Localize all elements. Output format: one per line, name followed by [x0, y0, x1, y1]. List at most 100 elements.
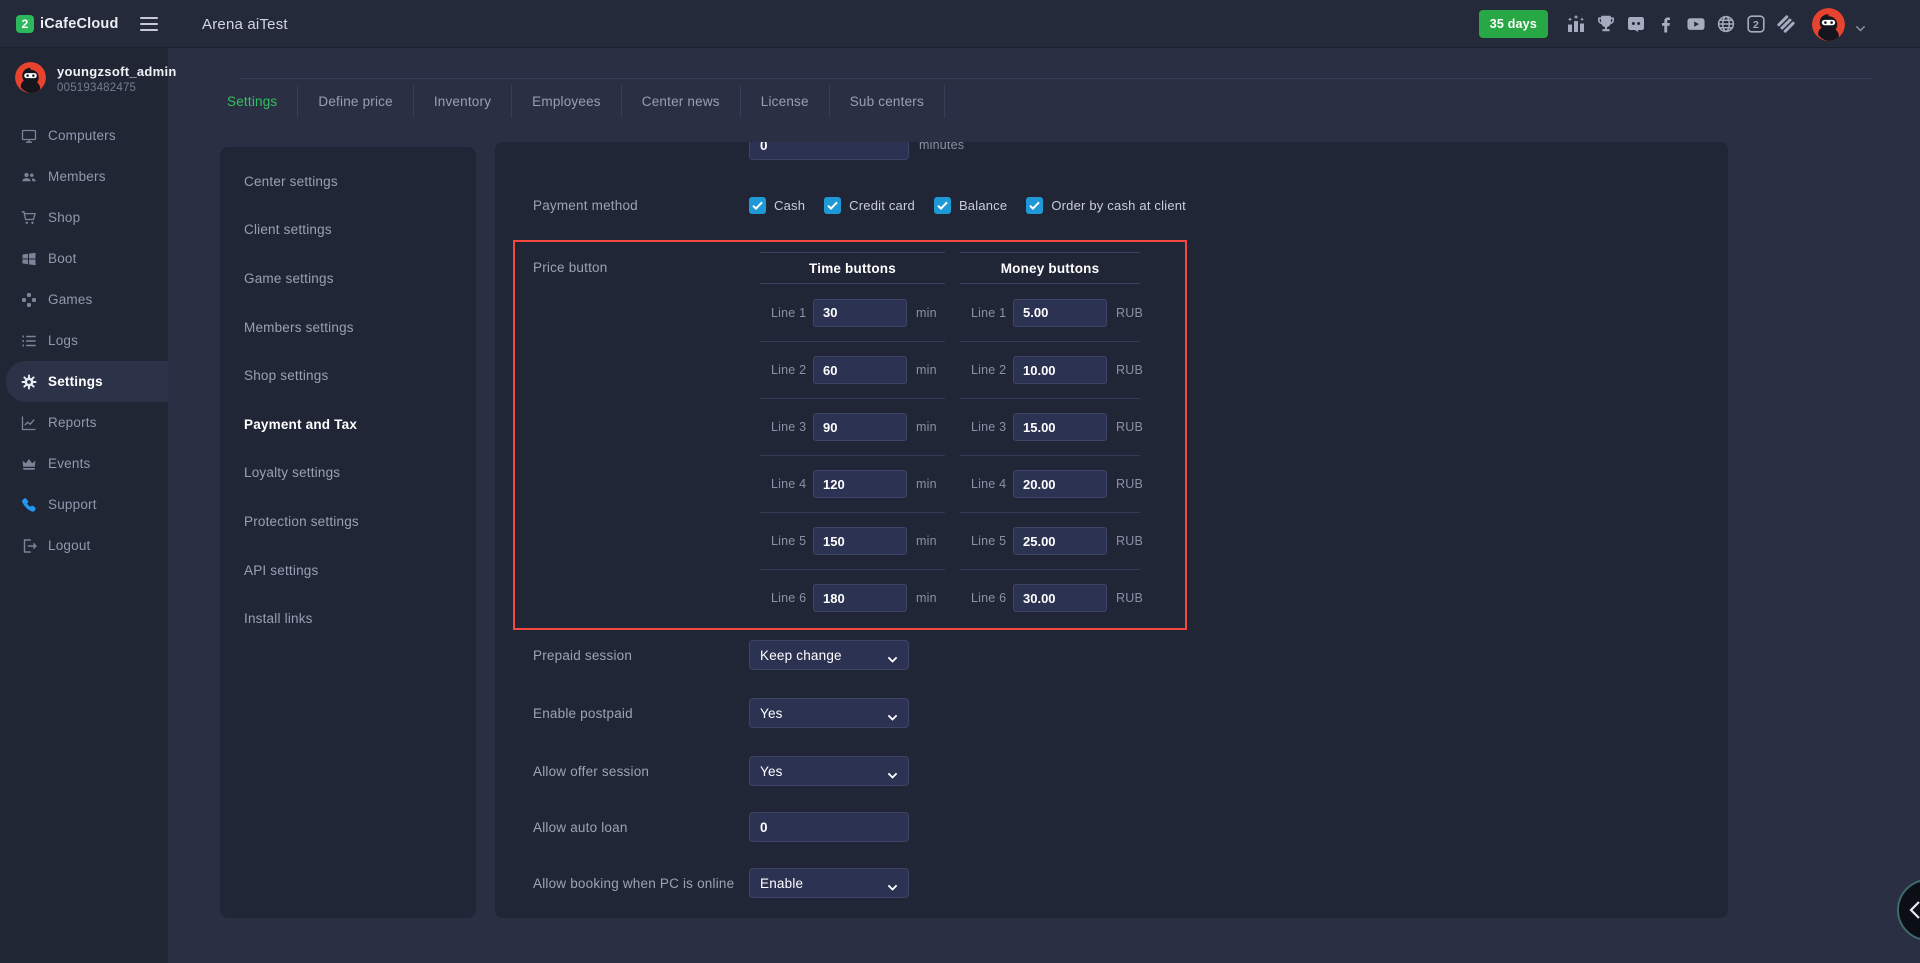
enable-postpaid-select[interactable]: Yes	[749, 698, 909, 728]
sidebar-item-logout[interactable]: Logout	[0, 525, 168, 566]
money-input-6[interactable]	[1013, 584, 1107, 612]
line-label: Line 3	[771, 420, 813, 434]
sidebar-item-games[interactable]: Games	[0, 279, 168, 320]
time-input-1[interactable]	[813, 299, 907, 327]
tab-employees[interactable]: Employees	[512, 85, 621, 118]
allow-auto-loan-input[interactable]	[749, 812, 909, 842]
topbar: 2 iCafeCloud Arena aiTest 35 days 2	[0, 0, 1920, 48]
sidebar-item-shop[interactable]: Shop	[0, 197, 168, 238]
checkbox-label: Cash	[774, 198, 805, 213]
layers-icon[interactable]	[1776, 14, 1796, 34]
checkbox-label: Balance	[959, 198, 1007, 213]
chevron-down-icon	[887, 768, 898, 775]
trophy-icon[interactable]	[1596, 14, 1616, 34]
select-value: Yes	[760, 764, 783, 779]
sidebar-item-settings[interactable]: Settings	[6, 361, 168, 402]
line-label: Line 4	[771, 477, 813, 491]
sidebar-item-members[interactable]: Members	[0, 156, 168, 197]
user-block[interactable]: youngzsoft_admin 005193482475	[15, 62, 177, 94]
sidebar-item-events[interactable]: Events	[0, 443, 168, 484]
min-unit-label: min	[916, 363, 937, 377]
submenu-payment-and-tax[interactable]: Payment and Tax	[220, 400, 476, 449]
tab-license[interactable]: License	[741, 85, 829, 118]
time-input-6[interactable]	[813, 584, 907, 612]
time-input-3[interactable]	[813, 413, 907, 441]
youtube-icon[interactable]	[1686, 14, 1706, 34]
submenu-members-settings[interactable]: Members settings	[220, 303, 476, 352]
icafecloud-app-icon[interactable]: 2	[1746, 14, 1766, 34]
time-input-2[interactable]	[813, 356, 907, 384]
user-avatar	[15, 62, 46, 93]
time-input-5[interactable]	[813, 527, 907, 555]
globe-icon[interactable]	[1716, 14, 1736, 34]
money-row-1: Line 1 RUB	[960, 284, 1140, 341]
time-row-4: Line 4 min	[760, 455, 945, 512]
discord-icon[interactable]	[1626, 14, 1646, 34]
money-input-2[interactable]	[1013, 356, 1107, 384]
sidebar-item-support[interactable]: Support	[0, 484, 168, 525]
allow-booking-select[interactable]: Enable	[749, 868, 909, 898]
logout-icon	[21, 538, 37, 554]
money-input-4[interactable]	[1013, 470, 1107, 498]
submenu-client-settings[interactable]: Client settings	[220, 206, 476, 255]
submenu-api-settings[interactable]: API settings	[220, 546, 476, 595]
rub-unit-label: RUB	[1116, 420, 1143, 434]
brand-logo[interactable]: 2 iCafeCloud	[16, 0, 119, 48]
checkbox-checked-icon	[749, 197, 766, 214]
money-row-3: Line 3 RUB	[960, 398, 1140, 455]
svg-text:2: 2	[1753, 19, 1759, 31]
brand-glyph: 2	[22, 17, 29, 31]
line-label: Line 1	[771, 306, 813, 320]
submenu-center-settings[interactable]: Center settings	[220, 157, 476, 206]
checkbox-balance[interactable]: Balance	[934, 197, 1007, 214]
license-days-badge[interactable]: 35 days	[1479, 10, 1548, 38]
settings-submenu: Center settings Client settings Game set…	[220, 147, 476, 918]
min-unit-label: min	[916, 591, 937, 605]
avatar[interactable]	[1812, 8, 1845, 41]
time-input-4[interactable]	[813, 470, 907, 498]
tab-center-news[interactable]: Center news	[622, 85, 740, 118]
submenu-install-links[interactable]: Install links	[220, 594, 476, 643]
money-input-3[interactable]	[1013, 413, 1107, 441]
enable-postpaid-row: Enable postpaid Yes	[533, 698, 909, 728]
tab-inventory[interactable]: Inventory	[414, 85, 511, 118]
sidebar-item-reports[interactable]: Reports	[0, 402, 168, 443]
allow-auto-loan-row: Allow auto loan	[533, 812, 909, 842]
allow-offer-session-select[interactable]: Yes	[749, 756, 909, 786]
chevron-down-icon	[887, 652, 898, 659]
money-row-2: Line 2 RUB	[960, 341, 1140, 398]
hamburger-menu-icon[interactable]	[140, 17, 158, 31]
line-label: Line 4	[971, 477, 1013, 491]
checkbox-order-by-cash[interactable]: Order by cash at client	[1026, 197, 1186, 214]
panel-collapse-toggle[interactable]	[1897, 879, 1920, 941]
avatar-dropdown-chevron-icon[interactable]	[1855, 20, 1866, 28]
submenu-game-settings[interactable]: Game settings	[220, 254, 476, 303]
submenu-shop-settings[interactable]: Shop settings	[220, 351, 476, 400]
checkbox-cash[interactable]: Cash	[749, 197, 805, 214]
sidebar-item-computers[interactable]: Computers	[0, 115, 168, 156]
tab-define-price[interactable]: Define price	[298, 85, 412, 118]
sidebar-item-boot[interactable]: Boot	[0, 238, 168, 279]
select-value: Enable	[760, 876, 803, 891]
prepaid-session-select[interactable]: Keep change	[749, 640, 909, 670]
submenu-loyalty-settings[interactable]: Loyalty settings	[220, 449, 476, 498]
tab-sub-centers[interactable]: Sub centers	[830, 85, 944, 118]
tab-separator	[944, 85, 945, 118]
line-label: Line 2	[771, 363, 813, 377]
min-unit-label: min	[916, 477, 937, 491]
page-title: Arena aiTest	[202, 0, 288, 48]
sidebar-item-logs[interactable]: Logs	[0, 320, 168, 361]
checkbox-credit-card[interactable]: Credit card	[824, 197, 915, 214]
money-input-5[interactable]	[1013, 527, 1107, 555]
submenu-protection-settings[interactable]: Protection settings	[220, 497, 476, 546]
leaderboard-icon[interactable]	[1566, 14, 1586, 34]
tab-settings[interactable]: Settings	[207, 85, 297, 118]
time-buttons-column: Time buttons Line 1 min Line 2 min Line …	[760, 252, 945, 626]
checkbox-checked-icon	[824, 197, 841, 214]
money-input-1[interactable]	[1013, 299, 1107, 327]
allow-booking-row: Allow booking when PC is online Enable	[533, 868, 909, 898]
facebook-icon[interactable]	[1656, 14, 1676, 34]
minutes-unit-label: minutes	[919, 142, 964, 152]
time-row-2: Line 2 min	[760, 341, 945, 398]
clipped-minutes-input[interactable]	[749, 142, 909, 160]
